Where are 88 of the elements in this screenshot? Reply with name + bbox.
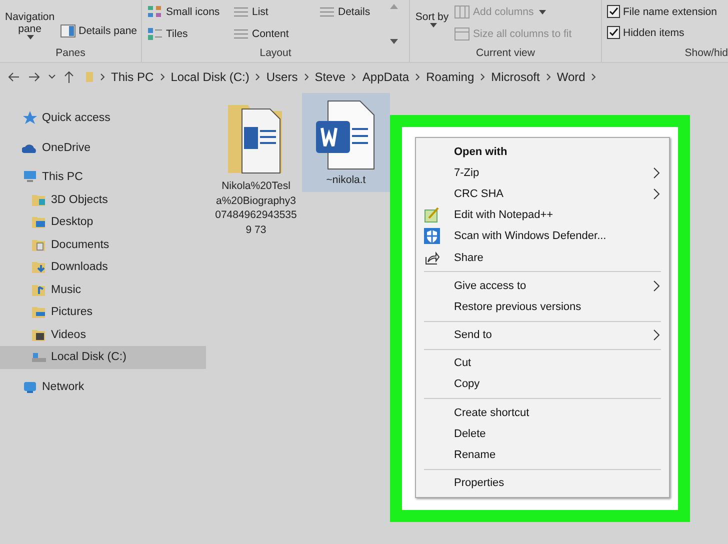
chevron-icon xyxy=(304,73,309,81)
layout-option[interactable]: Content xyxy=(233,25,319,43)
back-arrow-icon[interactable] xyxy=(8,72,20,82)
checkbox-label: Hidden items xyxy=(623,26,684,38)
list-icon xyxy=(233,5,249,19)
sidebar-item[interactable]: Local Disk (C:) xyxy=(0,346,206,368)
sidebar-item[interactable]: Downloads xyxy=(0,256,206,278)
menu-item[interactable]: Delete xyxy=(416,423,669,444)
file-item[interactable]: Nikola%20Tesla%20Biography3074849629435359 73 xyxy=(212,93,300,242)
caret-icon xyxy=(430,23,436,28)
tiles-icon xyxy=(147,27,163,41)
layout-option[interactable]: Tiles xyxy=(147,25,233,43)
star-icon xyxy=(22,111,38,126)
shield-icon xyxy=(424,228,440,244)
details-pane-button[interactable]: Details pane xyxy=(60,22,137,40)
menu-item[interactable]: Send to xyxy=(416,324,669,346)
group-label: Show/hid xyxy=(684,47,728,61)
chevron-icon xyxy=(480,73,486,81)
sidebar-item[interactable]: Pictures xyxy=(0,301,206,324)
network-icon xyxy=(22,380,38,394)
up-arrow-icon[interactable] xyxy=(64,71,74,83)
menu-item[interactable]: Rename xyxy=(416,444,669,466)
path-segment[interactable]: Local Disk (C:) xyxy=(170,70,250,84)
layout-option[interactable]: Small icons xyxy=(147,3,233,21)
share-icon xyxy=(424,250,440,266)
path-segment[interactable]: Roaming xyxy=(426,70,474,84)
details-pane-icon xyxy=(60,24,76,38)
file-item[interactable]: ~nikola.t xyxy=(302,93,390,192)
folder-video-icon xyxy=(31,328,47,342)
sidebar-item[interactable]: Quick access xyxy=(0,107,206,130)
disk-icon xyxy=(31,350,47,364)
checkbox[interactable] xyxy=(607,26,620,39)
chevron-icon xyxy=(351,73,356,81)
sidebar-item[interactable]: This PC xyxy=(0,166,206,188)
path-segment[interactable]: Users xyxy=(266,70,298,84)
menu-item[interactable]: Give access to xyxy=(416,275,669,296)
menu-item[interactable]: Share xyxy=(416,246,669,268)
recent-dropdown-icon[interactable] xyxy=(48,74,56,80)
sidebar-item[interactable]: Desktop xyxy=(0,211,206,234)
menu-item[interactable]: Edit with Notepad++ xyxy=(416,204,669,226)
sidebar-item[interactable]: Videos xyxy=(0,324,206,346)
path-segment[interactable]: AppData xyxy=(362,70,410,84)
more-dropdown-icon[interactable] xyxy=(390,39,398,45)
menu-item[interactable]: Open with xyxy=(416,141,669,162)
folder-picture-icon xyxy=(31,305,47,320)
checkbox-label: File name extension xyxy=(623,6,717,18)
sidebar-item[interactable]: OneDrive xyxy=(0,136,206,159)
small-icons-icon xyxy=(147,5,163,19)
columns-icon xyxy=(454,5,470,19)
group-label: Layout xyxy=(258,47,292,61)
sidebar-item[interactable]: 3D Objects xyxy=(0,188,206,211)
folder-icon xyxy=(86,71,94,83)
navigation-pane-button[interactable]: Navigation pane xyxy=(5,0,55,40)
caret-icon xyxy=(27,35,34,40)
menu-item[interactable]: Copy xyxy=(416,374,669,396)
sidebar-item[interactable]: Network xyxy=(0,376,206,398)
path-segment[interactable]: This PC xyxy=(111,70,154,84)
details-icon xyxy=(319,5,335,19)
path-segment[interactable]: Microsoft xyxy=(491,70,540,84)
menu-item[interactable]: Restore previous versions xyxy=(416,296,669,318)
path-segment[interactable]: Steve xyxy=(314,70,346,84)
chevron-icon xyxy=(160,73,165,81)
folder-desktop-icon xyxy=(31,215,47,230)
layout-option[interactable]: Details xyxy=(319,3,385,21)
menu-item[interactable]: Cut xyxy=(416,352,669,374)
chevron-icon xyxy=(546,73,551,81)
chevron-icon xyxy=(591,73,596,81)
forward-arrow-icon[interactable] xyxy=(28,72,40,82)
menu-item[interactable]: Properties xyxy=(416,472,669,494)
menu-item[interactable]: 7-Zip xyxy=(416,162,669,184)
group-label: Current view xyxy=(475,47,536,61)
menu-item[interactable]: Create shortcut xyxy=(416,402,669,424)
menu-item[interactable]: CRC SHA xyxy=(416,183,669,205)
layout-option[interactable]: List xyxy=(233,3,319,21)
folder-document-icon xyxy=(31,238,47,252)
chevron-icon xyxy=(100,73,105,81)
sidebar-item[interactable]: Documents xyxy=(0,234,206,256)
folder-download-icon xyxy=(31,260,47,274)
pc-icon xyxy=(22,170,38,184)
sort-by-button[interactable]: Sort by xyxy=(415,0,449,28)
path-segment[interactable]: Word xyxy=(556,70,586,84)
chevron-icon xyxy=(415,73,420,81)
notepad-icon xyxy=(424,207,440,224)
group-label: Panes xyxy=(54,47,86,61)
chevron-icon xyxy=(255,73,260,81)
sidebar-item[interactable]: Music xyxy=(0,278,206,301)
checkbox[interactable] xyxy=(607,5,620,18)
menu-item[interactable]: Scan with Windows Defender... xyxy=(416,226,669,247)
